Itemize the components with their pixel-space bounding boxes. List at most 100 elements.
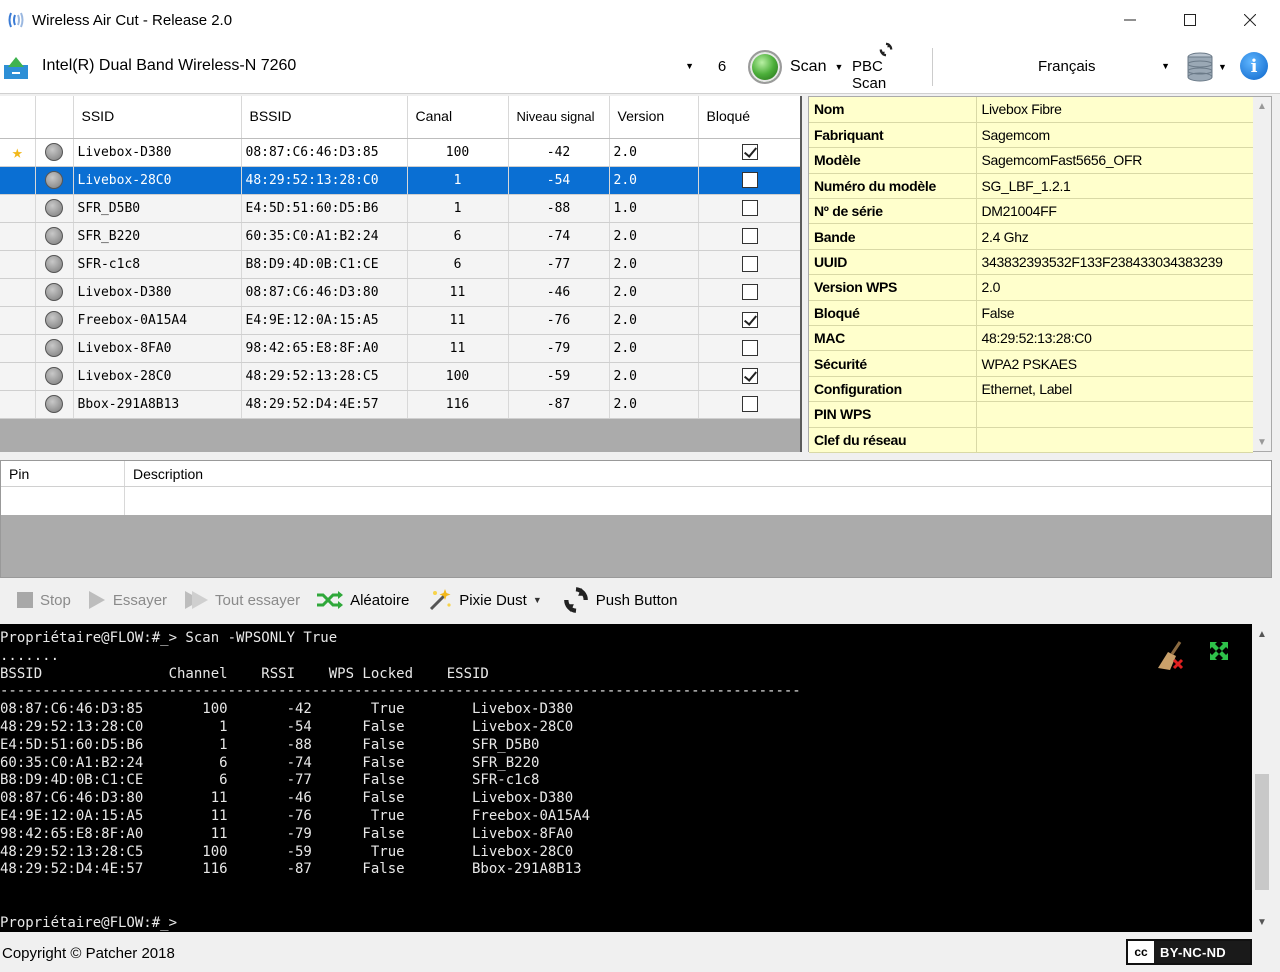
bloque-checkbox[interactable] <box>742 228 758 244</box>
col-version[interactable]: Version <box>609 96 699 139</box>
favorite-cell[interactable] <box>0 362 36 391</box>
pin-row[interactable] <box>1 487 1271 515</box>
status-cell <box>35 138 74 167</box>
col-bloque[interactable]: Bloqué <box>698 96 800 139</box>
col-signal[interactable]: Niveau signal <box>508 96 610 139</box>
scroll-up-icon[interactable]: ▲ <box>1252 624 1272 644</box>
property-value[interactable]: SG_LBF_1.2.1 <box>976 173 1253 200</box>
chevron-down-icon[interactable]: ▼ <box>834 62 843 72</box>
network-row[interactable]: Bbox-291A8B13 48:29:52:D4:4E:57 116 -87 2.0 <box>0 390 800 419</box>
favorite-cell[interactable] <box>0 250 36 279</box>
push-button-button[interactable]: Push Button <box>562 586 677 614</box>
col-ssid[interactable]: SSID <box>73 96 242 139</box>
network-row[interactable]: ★ Livebox-D380 08:87:C6:46:D3:85 100 -42 2.0 <box>0 138 800 167</box>
bloque-checkbox[interactable] <box>742 200 758 216</box>
property-value[interactable]: 2.4 Ghz <box>976 223 1253 250</box>
property-value[interactable]: 2.0 <box>976 274 1253 301</box>
favorite-cell[interactable] <box>0 278 36 307</box>
bloque-checkbox[interactable] <box>742 172 758 188</box>
col-status[interactable] <box>35 96 74 139</box>
col-pin[interactable]: Pin <box>1 461 125 486</box>
console-line: Propriétaire@FLOW:#_> <box>0 914 178 931</box>
clear-console-icon[interactable] <box>1154 640 1186 675</box>
bloque-cell <box>698 166 800 195</box>
aleatoire-label: Aléatoire <box>350 591 410 609</box>
tout-essayer-button[interactable]: Tout essayer <box>183 590 300 610</box>
favorite-cell[interactable] <box>0 390 36 419</box>
ssid-cell: SFR_B220 <box>73 222 242 251</box>
network-row[interactable]: Livebox-28C0 48:29:52:13:28:C5 100 -59 2.0 <box>0 362 800 391</box>
pbc-scan-button[interactable]: PBC Scan <box>852 42 920 92</box>
close-button[interactable] <box>1220 0 1280 40</box>
refresh-adapters-icon[interactable] <box>2 53 30 81</box>
chevron-down-icon[interactable]: ▼ <box>533 595 542 605</box>
property-value[interactable]: 48:29:52:13:28:C0 <box>976 325 1253 352</box>
console-output[interactable]: Propriétaire@FLOW:#_> Scan -WPSONLY True… <box>0 624 1272 932</box>
scroll-thumb[interactable] <box>1255 774 1269 890</box>
favorite-cell[interactable] <box>0 222 36 251</box>
property-key: Modèle <box>809 147 977 174</box>
col-bssid[interactable]: BSSID <box>241 96 408 139</box>
network-row[interactable]: SFR-c1c8 B8:D9:4D:0B:C1:CE 6 -77 2.0 <box>0 250 800 279</box>
favorite-cell[interactable]: ★ <box>0 138 36 167</box>
bssid-cell: 48:29:52:13:28:C5 <box>241 362 408 391</box>
channel-field[interactable]: 6 <box>706 52 738 80</box>
network-row[interactable]: Livebox-8FA0 98:42:65:E8:8F:A0 11 -79 2.0 <box>0 334 800 363</box>
property-value[interactable]: DM21004FF <box>976 198 1253 225</box>
properties-scrollbar[interactable]: ▲ ▼ <box>1253 97 1271 451</box>
chevron-down-icon: ▼ <box>685 61 694 71</box>
essayer-button[interactable]: Essayer <box>87 590 167 610</box>
property-value[interactable]: Ethernet, Label <box>976 376 1253 403</box>
property-value[interactable]: Sagemcom <box>976 122 1253 149</box>
property-row: Nº de série DM21004FF <box>809 198 1253 225</box>
pixie-dust-button[interactable]: Pixie Dust ▼ <box>425 587 545 613</box>
database-button[interactable]: ▼ <box>1186 50 1232 84</box>
maximize-button[interactable] <box>1160 0 1220 40</box>
network-row[interactable]: Freebox-0A15A4 E4:9E:12:0A:15:A5 11 -76 2.0 <box>0 306 800 335</box>
console-scrollbar[interactable]: ▲ ▼ <box>1252 624 1272 932</box>
language-select[interactable]: Français ▼ <box>1034 52 1176 80</box>
favorite-cell[interactable] <box>0 166 36 195</box>
network-row[interactable]: SFR_B220 60:35:C0:A1:B2:24 6 -74 2.0 <box>0 222 800 251</box>
license-text: BY-NC-ND <box>1160 944 1226 960</box>
scroll-up-icon[interactable]: ▲ <box>1253 97 1271 115</box>
property-value[interactable]: SagemcomFast5656_OFR <box>976 147 1253 174</box>
fullscreen-icon[interactable] <box>1208 640 1230 675</box>
scroll-down-icon[interactable]: ▼ <box>1252 912 1272 932</box>
network-row[interactable]: Livebox-28C0 48:29:52:13:28:C0 1 -54 2.0 <box>0 166 800 195</box>
property-value[interactable]: False <box>976 300 1253 327</box>
network-row[interactable]: SFR_D5B0 E4:5D:51:60:D5:B6 1 -88 1.0 <box>0 194 800 223</box>
bloque-checkbox[interactable] <box>742 368 758 384</box>
info-button[interactable]: i <box>1240 52 1268 80</box>
status-dot-icon <box>45 227 63 245</box>
bssid-cell: 48:29:52:D4:4E:57 <box>241 390 408 419</box>
console-line: E4:5D:51:60:D5:B6 1 -88 False SFR_D5B0 <box>0 736 540 753</box>
property-value[interactable] <box>976 401 1253 428</box>
property-value[interactable]: Livebox Fibre <box>976 97 1253 123</box>
signal-cell: -42 <box>508 138 610 167</box>
minimize-button[interactable] <box>1100 0 1160 40</box>
col-favorite[interactable] <box>0 96 36 139</box>
scan-button[interactable]: Scan ▼ <box>748 48 843 86</box>
aleatoire-button[interactable]: Aléatoire <box>316 590 409 610</box>
bloque-checkbox[interactable] <box>742 312 758 328</box>
col-description[interactable]: Description <box>125 461 1271 486</box>
scroll-down-icon[interactable]: ▼ <box>1253 433 1271 451</box>
bloque-checkbox[interactable] <box>742 396 758 412</box>
bloque-checkbox[interactable] <box>742 256 758 272</box>
property-value[interactable]: 343832393532F133F238433034383239 <box>976 249 1253 276</box>
bloque-checkbox[interactable] <box>742 284 758 300</box>
property-value[interactable]: WPA2 PSKAES <box>976 350 1253 377</box>
bloque-checkbox[interactable] <box>742 340 758 356</box>
col-canal[interactable]: Canal <box>407 96 509 139</box>
favorite-cell[interactable] <box>0 194 36 223</box>
networks-table: SSID BSSID Canal Niveau signal Version B… <box>0 96 802 452</box>
adapter-select[interactable]: Intel(R) Dual Band Wireless-N 7260 ▼ <box>36 52 700 80</box>
favorite-cell[interactable] <box>0 334 36 363</box>
network-row[interactable]: Livebox-D380 08:87:C6:46:D3:80 11 -46 2.0 <box>0 278 800 307</box>
stop-button[interactable]: Stop <box>16 591 71 609</box>
console-line: 98:42:65:E8:8F:A0 11 -79 False Livebox-8… <box>0 825 574 842</box>
bloque-checkbox[interactable] <box>742 144 758 160</box>
property-value[interactable] <box>976 427 1253 453</box>
favorite-cell[interactable] <box>0 306 36 335</box>
